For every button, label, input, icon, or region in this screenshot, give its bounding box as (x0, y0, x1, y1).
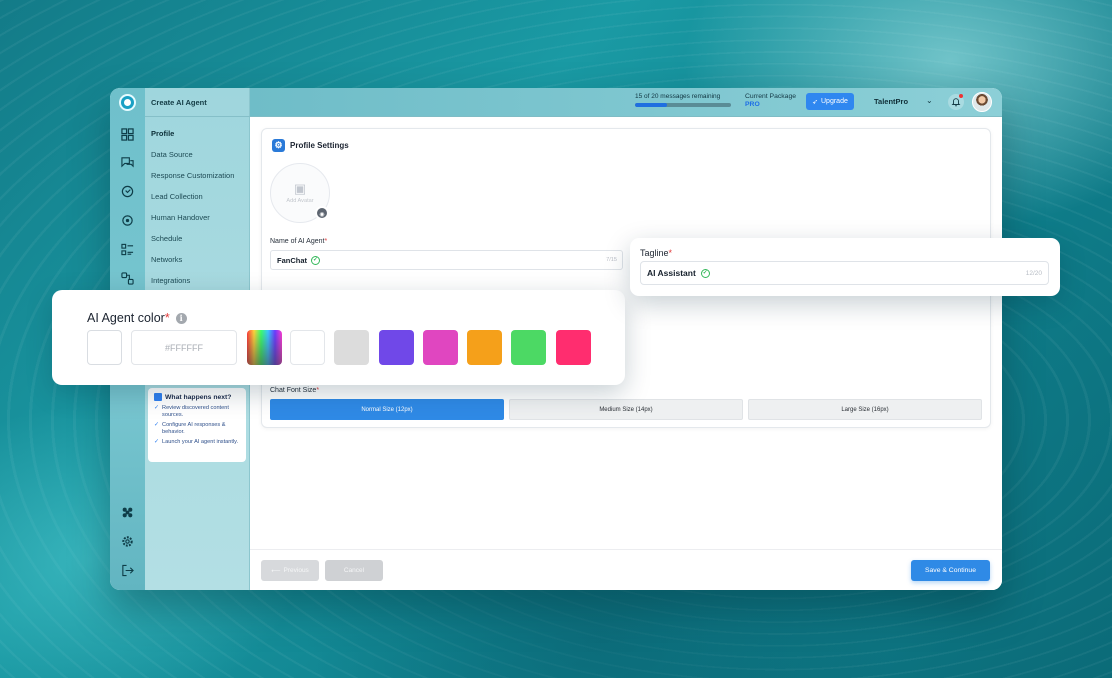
font-size-large-button[interactable]: Large Size (16px) (748, 399, 982, 420)
swatch-purple[interactable] (379, 330, 414, 365)
settings-icon[interactable] (119, 535, 136, 552)
swatch-pink[interactable] (423, 330, 458, 365)
next-steps-title: What happens next? (154, 393, 240, 401)
footer-bar: ⟵ Previous Cancel Save & Continue (250, 549, 1002, 590)
page-title: Create AI Agent (145, 88, 250, 117)
swatch-orange[interactable] (467, 330, 502, 365)
swatch-white[interactable] (290, 330, 325, 365)
sidebar-item-lead-collection[interactable]: Lead Collection (151, 192, 203, 201)
sidebar-item-networks[interactable]: Networks (151, 255, 182, 264)
info-square-icon (154, 393, 162, 401)
dashboard-icon[interactable] (119, 128, 136, 145)
swatch-red[interactable] (556, 330, 591, 365)
save-continue-button[interactable]: Save & Continue (911, 560, 990, 581)
package-badge: PRO (745, 101, 760, 108)
arrow-left-icon: ⟵ (271, 567, 281, 575)
sidebar-item-integrations[interactable]: Integrations (151, 276, 190, 285)
cancel-button[interactable]: Cancel (325, 560, 383, 581)
logout-icon[interactable] (119, 564, 136, 581)
current-package: Current Package PRO (745, 93, 797, 108)
agent-name-input[interactable]: FanChat ✓ 7/15 (270, 250, 623, 270)
target-icon[interactable] (119, 214, 136, 231)
valid-check-icon: ✓ (311, 255, 320, 265)
chat-icon[interactable] (119, 156, 136, 173)
integrations-icon[interactable] (119, 272, 136, 289)
color-hex-input[interactable]: #FFFFFF (131, 330, 237, 365)
sidebar-item-response-customization[interactable]: Response Customization (151, 171, 234, 180)
gear-icon: ⚙ (272, 139, 285, 152)
message-quota-fill (635, 103, 667, 107)
next-step: ✓ Configure AI responses & behavior. (154, 422, 226, 435)
tagline-label: Tagline* (640, 248, 673, 258)
info-icon[interactable]: i (175, 312, 187, 324)
font-size-medium-button[interactable]: Medium Size (14px) (509, 399, 743, 420)
message-quota-bar (635, 103, 731, 107)
workspace-selector[interactable]: TalentPro (874, 97, 908, 106)
previous-button[interactable]: ⟵ Previous (261, 560, 319, 581)
sidebar-item-data-source[interactable]: Data Source (151, 150, 193, 159)
sidebar-item-human-handover[interactable]: Human Handover (151, 213, 210, 222)
message-quota: 15 of 20 messages remaining (635, 93, 731, 107)
font-size-normal-button[interactable]: Normal Size (12px) (270, 399, 504, 420)
check-circle-icon: ✓ (154, 439, 160, 445)
check-circle-icon: ✓ (154, 422, 160, 428)
camera-icon[interactable]: ◉ (315, 206, 329, 220)
upgrade-button[interactable]: ➶ Upgrade (806, 93, 854, 110)
bell-icon (951, 98, 961, 107)
swatch-green[interactable] (511, 330, 546, 365)
agent-color-label: AI Agent color* i (87, 311, 187, 325)
image-icon: ▣ (293, 181, 307, 196)
next-step: ✓ Launch your AI agent instantly. (154, 439, 239, 445)
notifications-button[interactable] (948, 94, 964, 110)
swatch-gray[interactable] (334, 330, 369, 365)
agent-name-label: Name of AI Agent* (270, 238, 328, 245)
apps-icon[interactable] (119, 506, 136, 523)
sidebar-item-schedule[interactable]: Schedule (151, 234, 182, 243)
tagline-panel: Tagline* AI Assistant ✓ 12/20 (630, 238, 1060, 296)
agent-color-panel: AI Agent color* i #FFFFFF (52, 290, 625, 385)
valid-check-icon: ✓ (700, 268, 710, 278)
top-bar: 15 of 20 messages remaining Current Pack… (250, 88, 1002, 117)
rocket-icon: ➶ (812, 98, 818, 106)
current-color-preview[interactable] (87, 330, 122, 365)
app-logo[interactable] (119, 94, 136, 111)
swatch-custom-picker[interactable] (247, 330, 282, 365)
chevron-down-icon[interactable]: ⌄ (926, 96, 933, 105)
font-size-label: Chat Font Size* (270, 387, 320, 394)
next-steps-card: What happens next? ✓ Review discovered c… (148, 388, 246, 462)
section-title: ⚙ Profile Settings (272, 139, 349, 152)
avatar-upload[interactable]: ▣ Add Avatar ◉ (270, 163, 330, 223)
list-icon[interactable] (119, 243, 136, 260)
check-circle-icon: ✓ (154, 405, 160, 411)
support-icon[interactable] (119, 185, 136, 202)
sidebar-item-profile[interactable]: Profile (151, 129, 174, 138)
next-step: ✓ Review discovered content sources. (154, 405, 229, 418)
tagline-input[interactable]: AI Assistant ✓ 12/20 (640, 261, 1049, 285)
notification-dot (959, 94, 963, 98)
user-avatar[interactable] (972, 92, 992, 112)
